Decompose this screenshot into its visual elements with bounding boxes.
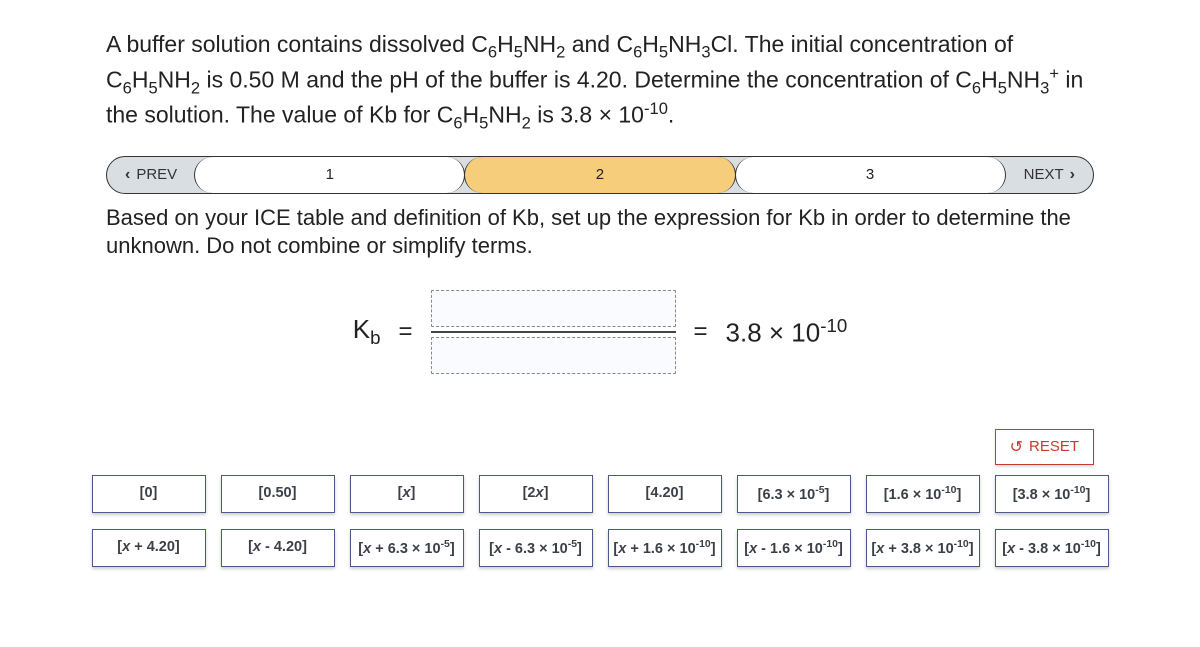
answer-tile[interactable]: [2x] (479, 475, 593, 513)
undo-icon: ↺ (1010, 437, 1023, 457)
step-3[interactable]: 3 (735, 157, 1006, 193)
question-text: A buffer solution contains dissolved C6H… (106, 30, 1094, 134)
equals-sign-2: = (694, 318, 708, 346)
answer-tile[interactable]: [x - 4.20] (221, 529, 335, 567)
kb-value: 3.8 × 10-10 (726, 315, 848, 349)
answer-tile[interactable]: [x] (350, 475, 464, 513)
chevron-left-icon: ‹ (125, 166, 130, 184)
chevron-right-icon: › (1070, 166, 1075, 184)
answer-tile[interactable]: [3.8 × 10-10] (995, 475, 1109, 513)
next-button[interactable]: NEXT › (1006, 157, 1093, 193)
answer-tile[interactable]: [4.20] (608, 475, 722, 513)
answer-tile[interactable]: [1.6 × 10-10] (866, 475, 980, 513)
answer-tile[interactable]: [0] (92, 475, 206, 513)
answer-tile[interactable]: [x + 6.3 × 10-5] (350, 529, 464, 567)
kb-label: Kb (353, 314, 381, 349)
equation-row: Kb = = 3.8 × 10-10 (106, 290, 1094, 374)
fraction-container (431, 290, 676, 374)
prev-label: PREV (136, 166, 177, 183)
answer-tile[interactable]: [x - 1.6 × 10-10] (737, 529, 851, 567)
numerator-dropzone[interactable] (431, 290, 676, 327)
step-nav: ‹ PREV 1 2 3 NEXT › (106, 156, 1094, 194)
step-1[interactable]: 1 (194, 157, 465, 193)
next-label: NEXT (1024, 166, 1064, 183)
equals-sign-1: = (398, 318, 412, 346)
answer-tile[interactable]: [6.3 × 10-5] (737, 475, 851, 513)
answer-tile[interactable]: [x - 6.3 × 10-5] (479, 529, 593, 567)
answer-tile[interactable]: [x + 3.8 × 10-10] (866, 529, 980, 567)
answer-tile[interactable]: [0.50] (221, 475, 335, 513)
prev-button[interactable]: ‹ PREV (107, 157, 195, 193)
answer-tile[interactable]: [x - 3.8 × 10-10] (995, 529, 1109, 567)
step-2[interactable]: 2 (464, 157, 735, 193)
answer-tile[interactable]: [x + 1.6 × 10-10] (608, 529, 722, 567)
answer-tile[interactable]: [x + 4.20] (92, 529, 206, 567)
tiles-row-1: [0] [0.50] [x] [2x] [4.20] [6.3 × 10-5] … (106, 475, 1094, 513)
instruction-text: Based on your ICE table and definition o… (106, 204, 1094, 260)
fraction-bar (431, 331, 676, 333)
reset-label: RESET (1029, 438, 1079, 455)
denominator-dropzone[interactable] (431, 337, 676, 374)
tiles-row-2: [x + 4.20] [x - 4.20] [x + 6.3 × 10-5] [… (106, 529, 1094, 567)
reset-button[interactable]: ↺ RESET (995, 429, 1094, 465)
